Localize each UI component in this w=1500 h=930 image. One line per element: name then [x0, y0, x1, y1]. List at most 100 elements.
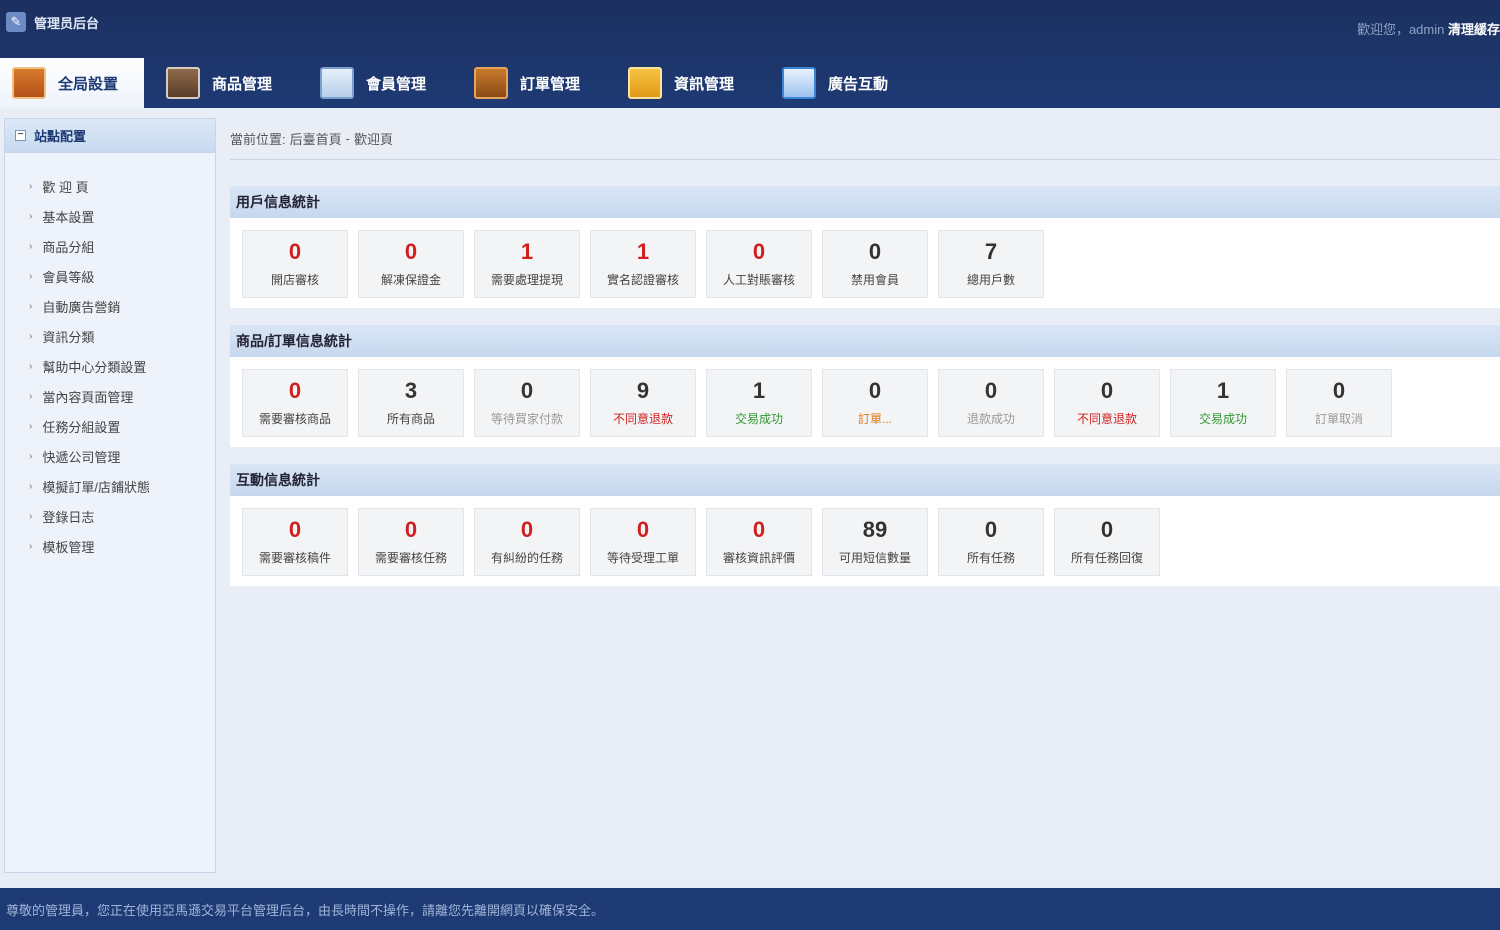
tab-orders[interactable]: 訂單管理	[462, 58, 616, 108]
stat-card[interactable]: 0 審核資訊評價	[706, 508, 812, 576]
stat-card[interactable]: 0 等待買家付款	[474, 369, 580, 437]
sidebar-item-label: 會員等級	[42, 269, 95, 285]
chevron-right-icon: ›	[29, 360, 33, 372]
sidebar-item-goods-groups[interactable]: › 商品分組	[5, 231, 215, 261]
sidebar-item-login-log[interactable]: › 登錄日志	[5, 501, 215, 531]
sidebar-item-basic-settings[interactable]: › 基本設置	[5, 201, 215, 231]
stat-value: 0	[984, 516, 998, 542]
chevron-right-icon: ›	[29, 240, 33, 252]
stat-label: 需要審核稿件	[258, 550, 331, 565]
stat-label: 解凍保證金	[380, 272, 441, 287]
sidebar-item-news-categories[interactable]: › 資訊分類	[5, 321, 215, 351]
stat-card[interactable]: 0 禁用會員	[822, 230, 928, 298]
stat-card[interactable]: 1 實名認證審核	[590, 230, 696, 298]
stat-value: 0	[1332, 377, 1346, 403]
breadcrumb-home[interactable]: 后臺首頁	[290, 129, 342, 148]
brand: ✎ 管理员后台	[6, 12, 99, 32]
tab-ads[interactable]: 廣告互動	[770, 58, 924, 108]
section-title: 互動信息統計	[230, 464, 1500, 496]
stat-card[interactable]: 0 訂單取消	[1286, 369, 1392, 437]
news-icon	[628, 67, 662, 99]
stat-cards: 0 需要審核商品 3 所有商品 0 等待買家付款 9 不同意退款 1 交易成功 0 訂單... 0 退款成…	[230, 357, 1500, 447]
stat-card[interactable]: 0 不同意退款	[1054, 369, 1160, 437]
stat-label: 所有任務回復	[1070, 550, 1143, 565]
stat-card[interactable]: 0 需要審核稿件	[242, 508, 348, 576]
stat-label: 訂單...	[857, 411, 892, 426]
sidebar-item-label: 模板管理	[42, 539, 95, 555]
tab-goods[interactable]: 商品管理	[154, 58, 308, 108]
stat-card[interactable]: 1 交易成功	[706, 369, 812, 437]
breadcrumb-separator: -	[345, 131, 350, 146]
sidebar-heading[interactable]: − 站點配置	[5, 119, 215, 153]
stat-label: 總用戶數	[966, 272, 1015, 287]
stat-card[interactable]: 0 解凍保證金	[358, 230, 464, 298]
main-nav: 全局設置 商品管理 會員管理 訂單管理 資訊管理 廣告互動	[0, 58, 924, 108]
stat-card[interactable]: 1 需要處理提現	[474, 230, 580, 298]
footer-notice: 尊敬的管理員，您正在使用亞馬遜交易平台管理后台，由長時間不操作，請離您先離開網頁…	[0, 888, 1500, 930]
stat-value: 0	[520, 516, 534, 542]
stat-card[interactable]: 0 所有任務回復	[1054, 508, 1160, 576]
sidebar-item-label: 當內容頁面管理	[42, 389, 134, 405]
stat-card[interactable]: 0 退款成功	[938, 369, 1044, 437]
tab-label: 會員管理	[366, 75, 427, 93]
chevron-right-icon: ›	[29, 420, 33, 432]
sidebar-item-content-pages[interactable]: › 當內容頁面管理	[5, 381, 215, 411]
goods-icon	[166, 67, 200, 99]
stat-card[interactable]: 0 需要審核任務	[358, 508, 464, 576]
sidebar-item-member-levels[interactable]: › 會員等級	[5, 261, 215, 291]
stat-card[interactable]: 7 總用戶數	[938, 230, 1044, 298]
collapse-icon[interactable]: −	[15, 130, 26, 141]
stat-cards: 0 開店審核 0 解凍保證金 1 需要處理提現 1 實名認證審核 0 人工對賬審核 0 禁用會員 7 總用…	[230, 218, 1500, 308]
sidebar-item-label: 歡 迎 頁	[42, 179, 89, 195]
stat-card[interactable]: 1 交易成功	[1170, 369, 1276, 437]
stat-card[interactable]: 0 所有任務	[938, 508, 1044, 576]
app-title: 管理员后台	[34, 15, 100, 31]
stat-label: 可用短信數量	[838, 550, 911, 565]
sidebar-item-auto-ads[interactable]: › 自動廣告營銷	[5, 291, 215, 321]
tab-members[interactable]: 會員管理	[308, 58, 462, 108]
order-icon	[474, 67, 508, 99]
chevron-right-icon: ›	[29, 180, 33, 192]
stat-value: 0	[636, 516, 650, 542]
stat-value: 9	[636, 377, 650, 403]
stat-value: 0	[984, 377, 998, 403]
stat-card[interactable]: 0 有糾紛的任務	[474, 508, 580, 576]
stat-card[interactable]: 3 所有商品	[358, 369, 464, 437]
tab-news[interactable]: 資訊管理	[616, 58, 770, 108]
sidebar-item-label: 資訊分類	[42, 329, 95, 345]
ad-icon	[782, 67, 816, 99]
stat-value: 0	[1100, 377, 1114, 403]
stat-card[interactable]: 0 開店審核	[242, 230, 348, 298]
stat-value: 0	[868, 238, 882, 264]
stat-value: 1	[636, 238, 650, 264]
tab-global-settings[interactable]: 全局設置	[0, 58, 144, 108]
stat-value: 0	[288, 516, 302, 542]
chevron-right-icon: ›	[29, 300, 33, 312]
top-header: ✎ 管理员后台 歡迎您，admin 清理緩存 全局設置 商品管理 會員管理 訂單…	[0, 0, 1500, 108]
sidebar-item-help-categories[interactable]: › 幫助中心分類設置	[5, 351, 215, 381]
section-title: 商品/訂單信息統計	[230, 325, 1500, 357]
clear-cache-link[interactable]: 清理緩存	[1448, 22, 1500, 37]
stat-card[interactable]: 0 需要審核商品	[242, 369, 348, 437]
sidebar-item-express-companies[interactable]: › 快遞公司管理	[5, 441, 215, 471]
sidebar-item-welcome[interactable]: › 歡 迎 頁	[5, 171, 215, 201]
sidebar-item-mock-orders[interactable]: › 模擬訂單/店鋪狀態	[5, 471, 215, 501]
breadcrumb-current: 歡迎頁	[353, 132, 393, 147]
stat-card[interactable]: 0 訂單...	[822, 369, 928, 437]
sidebar-item-task-groups[interactable]: › 任務分組設置	[5, 411, 215, 441]
stat-value: 0	[288, 377, 302, 403]
stat-label: 審核資訊評價	[722, 550, 795, 565]
stat-value: 0	[404, 238, 418, 264]
sidebar-item-templates[interactable]: › 模板管理	[5, 531, 215, 561]
stat-label: 實名認證審核	[606, 272, 679, 287]
stat-card[interactable]: 9 不同意退款	[590, 369, 696, 437]
stat-label: 開店審核	[270, 272, 319, 287]
chevron-right-icon: ›	[29, 210, 33, 222]
stat-card[interactable]: 0 人工對賬審核	[706, 230, 812, 298]
chevron-right-icon: ›	[29, 540, 33, 552]
chevron-right-icon: ›	[29, 450, 33, 462]
stat-card[interactable]: 89 可用短信數量	[822, 508, 928, 576]
stat-value: 3	[404, 377, 418, 403]
stat-card[interactable]: 0 等待受理工單	[590, 508, 696, 576]
welcome-text: 歡迎您，admin	[1356, 22, 1445, 37]
